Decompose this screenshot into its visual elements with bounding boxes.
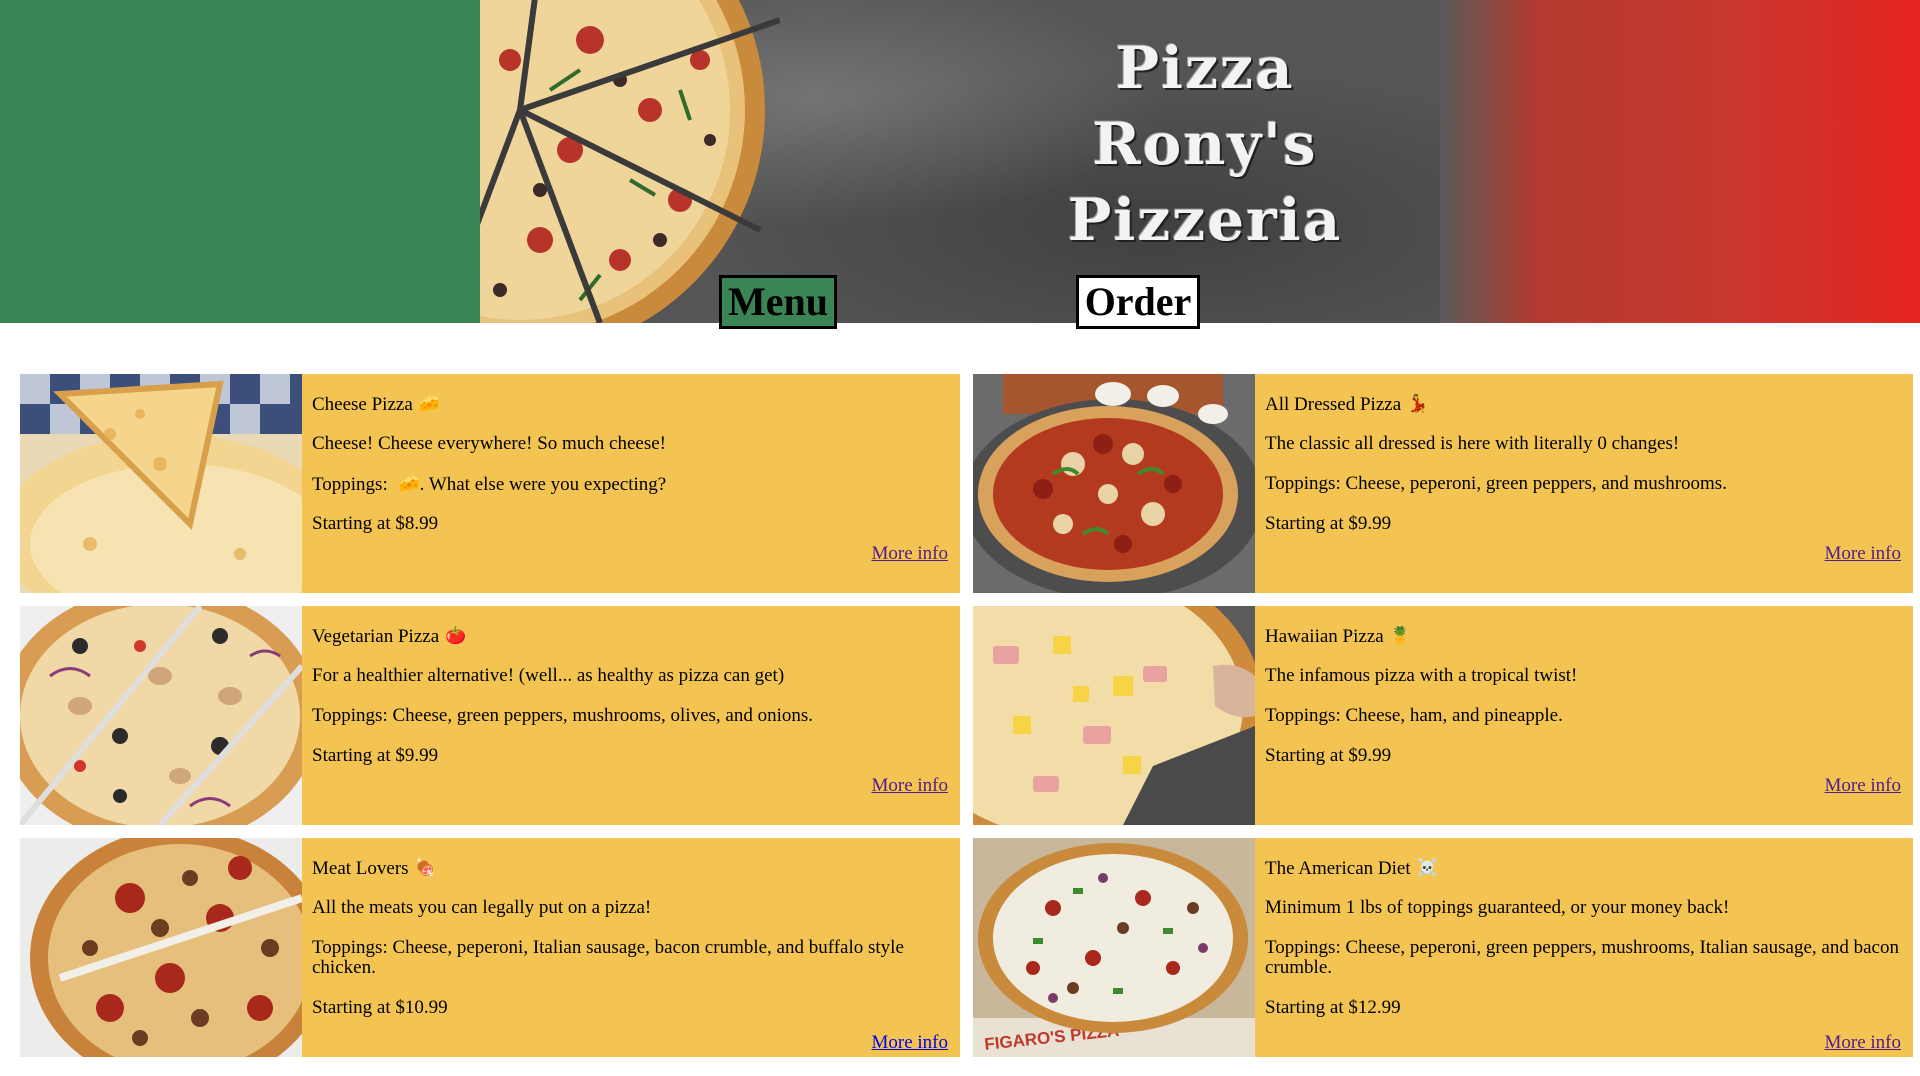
brand-title: Pizza Rony's Pizzeria [1040,30,1370,258]
menu-card-meat-lovers: Meat Lovers 🍖 All the meats you can legal… [20,838,960,1057]
card-title: All Dressed Pizza 💃 [1265,394,1429,415]
card-description: Minimum 1 lbs of toppings guaranteed, or… [1265,897,1730,918]
vegetarian-pizza-photo-icon [20,606,302,825]
card-title: The American Diet ☠️ [1265,858,1438,879]
brand-line-1: Pizza [1115,34,1295,102]
menu-card-cheese: Cheese Pizza 🧀 Cheese! Cheese everywhere!… [20,374,960,593]
card-title: Meat Lovers 🍖 [312,858,436,879]
card-toppings: Toppings: 🧀. What else were you expectin… [312,474,667,495]
card-description: For a healthier alternative! (well... as… [312,665,785,686]
menu-card-all-dressed: All Dressed Pizza 💃 The classic all dress… [973,374,1913,593]
more-info-link[interactable]: More info [871,1033,948,1053]
american-diet-pizza-photo-icon: FIGARO'S PIZZA [973,838,1255,1057]
card-title: Vegetarian Pizza 🍅 [312,626,467,647]
card-toppings: Toppings: Cheese, peperoni, green pepper… [1265,937,1899,978]
order-button[interactable]: Order [1076,275,1200,329]
card-toppings: Toppings: Cheese, peperoni, green pepper… [1265,473,1727,494]
menu-card-hawaiian: Hawaiian Pizza 🍍 The infamous pizza with … [973,606,1913,825]
all-dressed-pizza-photo-icon [973,374,1255,593]
dancer-emoji-icon: 💃 [1407,394,1429,413]
card-toppings: Toppings: Cheese, peperoni, Italian saus… [312,937,904,978]
more-info-link[interactable]: More info [871,776,948,796]
more-info-link[interactable]: More info [1824,544,1901,564]
card-title: Hawaiian Pizza 🍍 [1265,626,1411,647]
card-description: The classic all dressed is here with lit… [1265,433,1680,454]
brand-line-3: Pizzeria [1067,186,1343,254]
tomato-emoji-icon: 🍅 [445,626,467,645]
more-info-link[interactable]: More info [1824,776,1901,796]
pineapple-emoji-icon: 🍍 [1389,626,1411,645]
card-price: Starting at $9.99 [1265,513,1392,534]
more-info-link[interactable]: More info [1824,1033,1901,1053]
hawaiian-pizza-photo-icon [973,606,1255,825]
menu-button[interactable]: Menu [719,275,837,329]
card-description: All the meats you can legally put on a p… [312,897,652,918]
hero-image: Pizza Rony's Pizzeria [480,0,1440,323]
card-description: Cheese! Cheese everywhere! So much chees… [312,433,666,454]
card-price: Starting at $9.99 [312,745,439,766]
cheese-pizza-photo-icon [20,374,302,593]
cheese-emoji-icon: 🧀 [418,394,440,413]
menu-card-vegetarian: Vegetarian Pizza 🍅 For a healthier altern… [20,606,960,825]
meat-emoji-icon: 🍖 [414,858,436,877]
cheese-emoji-icon: 🧀 [398,474,420,493]
meat-lovers-pizza-photo-icon [20,838,302,1057]
card-toppings: Toppings: Cheese, ham, and pineapple. [1265,705,1563,726]
card-price: Starting at $8.99 [312,513,439,534]
card-price: Starting at $12.99 [1265,997,1401,1018]
more-info-link[interactable]: More info [871,544,948,564]
skull-emoji-icon: ☠️ [1416,858,1438,877]
card-toppings: Toppings: Cheese, green peppers, mushroo… [312,705,814,726]
card-description: The infamous pizza with a tropical twist… [1265,665,1578,686]
brand-line-2: Rony's [1092,110,1318,178]
card-price: Starting at $9.99 [1265,745,1392,766]
menu-card-american-diet: FIGARO'S PIZZA The American Diet ☠️ Minim… [973,838,1913,1057]
card-title: Cheese Pizza 🧀 [312,394,440,415]
card-price: Starting at $10.99 [312,997,448,1018]
